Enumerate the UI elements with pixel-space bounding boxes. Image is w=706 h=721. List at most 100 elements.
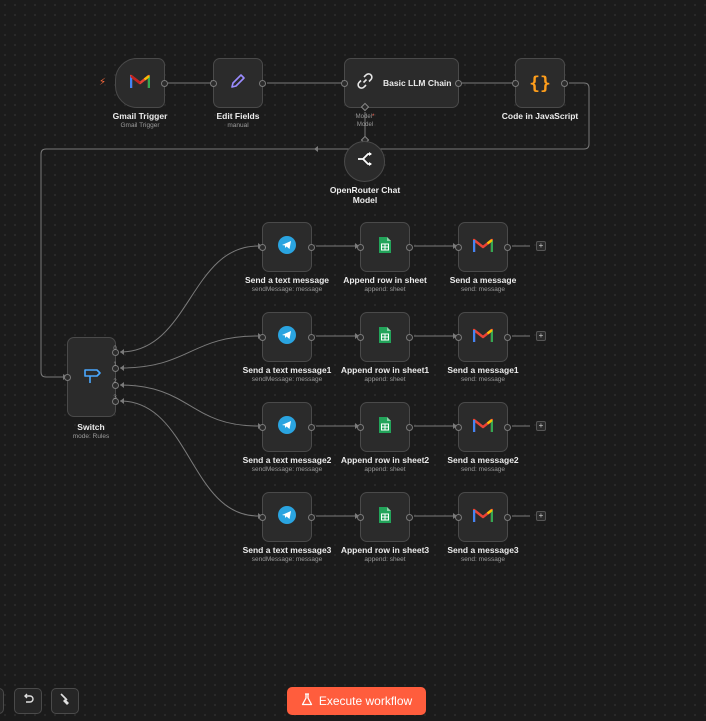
output-port[interactable] [504,334,511,341]
trigger-bolt-icon: ⚡ [99,77,107,88]
model-required-mark: * [372,114,375,120]
input-port[interactable] [357,334,364,341]
input-port[interactable] [259,514,266,521]
output-port[interactable] [561,80,568,87]
output-port[interactable] [308,514,315,521]
edge-switch-row2 [119,384,259,427]
model-port-sublabel: Model [356,122,374,128]
add-node-button[interactable]: + [536,241,546,251]
google-sheets-icon [378,236,392,259]
output-port[interactable] [308,424,315,431]
node-append-row-in-sheet-1[interactable] [357,312,413,362]
node-send-message-0[interactable] [455,222,511,272]
switch-output-label-3: 3 [113,395,117,401]
node-send-text-message-3[interactable] [259,492,315,542]
gmail-icon [472,237,494,258]
send-message-subtitle: send: message [460,556,506,563]
input-port[interactable] [357,514,364,521]
switch-subtitle: mode: Rules [72,433,110,440]
output-port[interactable] [161,80,168,87]
add-node-button[interactable]: + [536,331,546,341]
output-port[interactable] [259,80,266,87]
switch-output-label-0: 0 [113,346,117,352]
node-append-row-in-sheet-2[interactable] [357,402,413,452]
undo-button[interactable] [14,688,42,714]
input-port[interactable] [357,244,364,251]
output-port[interactable] [504,424,511,431]
node-append-row-in-sheet-0[interactable] [357,222,413,272]
node-code-javascript[interactable]: {} [512,58,568,108]
node-edit-fields[interactable] [210,58,266,108]
output-port[interactable] [406,244,413,251]
input-port[interactable] [64,374,71,381]
node-send-text-message-2[interactable] [259,402,315,452]
google-sheets-icon [378,506,392,529]
input-port[interactable] [341,80,348,87]
flask-icon [301,693,313,709]
switch-title: Switch [77,422,105,432]
edge-switch-row0 [119,245,259,353]
workflow-canvas[interactable]: ⚡ Gmail Trigger Gmail Trigger Edit Field… [0,0,706,721]
openrouter-icon [356,150,374,173]
node-send-message-2[interactable] [455,402,511,452]
node-append-row-in-sheet-3[interactable] [357,492,413,542]
output-port[interactable] [455,80,462,87]
node-send-text-message-0[interactable] [259,222,315,272]
send-message-subtitle: send: message [460,286,506,293]
telegram-icon [277,415,297,440]
switch-output-label-1: 1 [113,362,117,368]
llm-chain-title: Basic LLM Chain [383,78,452,88]
output-port[interactable] [406,334,413,341]
edit-fields-subtitle: manual [227,122,249,129]
output-port[interactable] [406,424,413,431]
google-sheets-icon [378,416,392,439]
execute-workflow-label: Execute workflow [318,694,413,708]
node-send-message-3[interactable] [455,492,511,542]
openrouter-title-line2: Model [352,195,378,205]
send-message-subtitle: send: message [460,376,506,383]
telegram-icon [277,235,297,260]
input-port[interactable] [512,80,519,87]
openrouter-title-line1: OpenRouter Chat [329,185,401,195]
gmail-icon [472,417,494,438]
input-port[interactable] [357,424,364,431]
input-port[interactable] [210,80,217,87]
node-send-message-1[interactable] [455,312,511,362]
output-port[interactable] [504,514,511,521]
input-port[interactable] [455,424,462,431]
input-port[interactable] [455,514,462,521]
send-message-title: Send a message [449,275,517,285]
output-port[interactable] [504,244,511,251]
signpost-icon [81,365,103,390]
google-sheets-icon [378,326,392,349]
node-gmail-trigger[interactable] [115,58,168,108]
send-message-title: Send a message1 [447,365,519,375]
undo-icon [21,692,35,711]
add-node-button[interactable]: + [536,421,546,431]
input-port[interactable] [259,334,266,341]
broom-icon [58,692,72,711]
link-icon [355,71,375,96]
gmail-icon [129,73,151,94]
input-port[interactable] [259,244,266,251]
gmail-icon [472,507,494,528]
pencil-icon [228,71,248,96]
edge-switch-row1 [119,335,259,369]
input-port[interactable] [259,424,266,431]
add-node-button[interactable]: + [536,511,546,521]
gmail-icon [472,327,494,348]
execute-workflow-button[interactable]: Execute workflow [287,687,426,715]
output-port[interactable] [308,244,315,251]
send-message-subtitle: send: message [460,466,506,473]
node-basic-llm-chain[interactable]: Basic LLM Chain [341,58,462,108]
output-port[interactable] [406,514,413,521]
input-port[interactable] [455,244,462,251]
output-port[interactable] [308,334,315,341]
node-openrouter-chat-model[interactable] [344,141,385,182]
partial-toolbar-button[interactable] [0,688,4,714]
telegram-icon [277,325,297,350]
switch-output-label-2: 2 [113,379,117,385]
tidy-up-button[interactable] [51,688,79,714]
input-port[interactable] [455,334,462,341]
node-send-text-message-1[interactable] [259,312,315,362]
